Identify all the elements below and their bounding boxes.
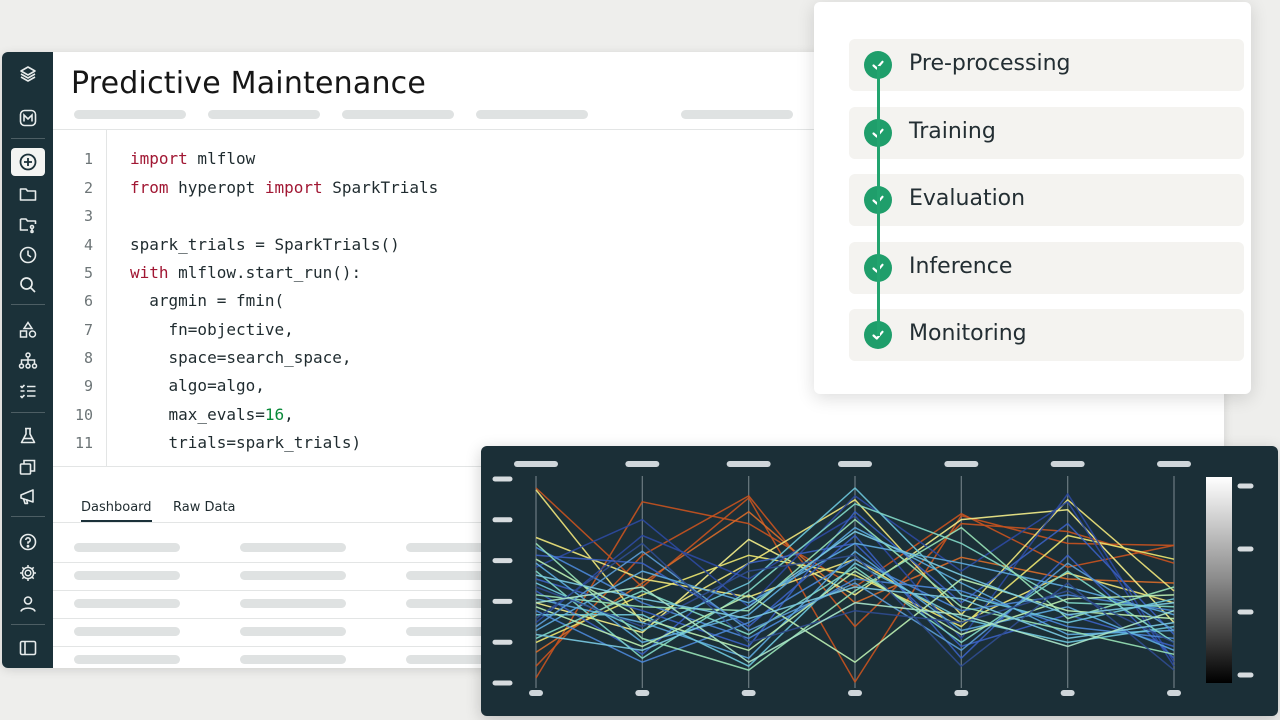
code-keyword: from <box>130 178 169 197</box>
table-cell-placeholder <box>240 599 346 608</box>
code-keyword: with <box>130 263 169 282</box>
user-icon[interactable] <box>11 590 45 618</box>
line-number: 11 <box>74 434 93 452</box>
parallel-coordinates-chart[interactable] <box>481 446 1278 716</box>
table-cell-placeholder <box>74 543 180 552</box>
code-line[interactable]: import mlflow <box>130 149 255 168</box>
new-plus-icon[interactable] <box>11 148 45 176</box>
code-line[interactable]: fn=objective, <box>130 320 294 339</box>
code-text: hyperopt <box>168 178 265 197</box>
table-cell-placeholder <box>406 571 486 580</box>
code-keyword: import <box>130 149 188 168</box>
table-cell-placeholder <box>240 627 346 636</box>
code-text: trials=spark_trials) <box>130 433 362 452</box>
header-placeholder <box>208 110 320 119</box>
header-placeholder <box>476 110 588 119</box>
experiment-flask-icon[interactable] <box>11 422 45 450</box>
code-line[interactable]: from hyperopt import SparkTrials <box>130 178 438 197</box>
table-cell-placeholder <box>74 599 180 608</box>
line-number: 7 <box>83 321 93 339</box>
code-line[interactable]: trials=spark_trials) <box>130 433 362 452</box>
table-cell-placeholder <box>240 543 346 552</box>
page-title: Predictive Maintenance <box>71 66 427 101</box>
code-text: mlflow.start_run(): <box>168 263 362 282</box>
repo-icon[interactable] <box>11 210 45 238</box>
code-text: max_evals= <box>130 405 265 424</box>
pipeline-step-training[interactable]: Training <box>849 107 1244 159</box>
table-cell-placeholder <box>240 655 346 664</box>
code-text: SparkTrials <box>322 178 439 197</box>
table-cell-placeholder <box>406 655 486 664</box>
tab-raw-data[interactable]: Raw Data <box>173 500 236 515</box>
sidebar-divider <box>11 138 45 139</box>
pipeline-step-label: Monitoring <box>909 321 1027 346</box>
line-number: 3 <box>83 207 93 225</box>
code-text: fn=objective, <box>130 320 294 339</box>
code-line[interactable]: with mlflow.start_run(): <box>130 263 361 282</box>
gutter-divider <box>106 130 107 466</box>
sidebar-divider <box>11 412 45 413</box>
code-line[interactable]: max_evals=16, <box>130 405 294 424</box>
code-text: argmin = fmin( <box>130 291 285 310</box>
pipeline-step-label: Pre-processing <box>909 51 1071 76</box>
header-placeholder <box>74 110 186 119</box>
pipeline-step-inference[interactable]: Inference <box>849 242 1244 294</box>
chart-svg <box>492 461 1254 696</box>
code-number: 16 <box>264 405 285 424</box>
line-number: 4 <box>83 236 93 254</box>
settings-icon[interactable] <box>11 559 45 587</box>
code-line[interactable]: argmin = fmin( <box>130 291 284 310</box>
layers-icon[interactable] <box>11 60 45 88</box>
hierarchy-icon[interactable] <box>11 347 45 375</box>
line-number: 10 <box>74 406 93 424</box>
sidebar-divider <box>11 304 45 305</box>
line-number: 6 <box>83 292 93 310</box>
code-line[interactable]: space=search_space, <box>130 348 352 367</box>
sidebar-divider <box>11 516 45 517</box>
pipeline-connector <box>877 66 880 336</box>
table-cell-placeholder <box>406 627 486 636</box>
megaphone-icon[interactable] <box>11 483 45 511</box>
sidebar <box>2 52 53 668</box>
table-cell-placeholder <box>74 655 180 664</box>
table-cell-placeholder <box>406 543 486 552</box>
table-cell-placeholder <box>406 599 486 608</box>
panel-toggle-icon[interactable] <box>11 634 45 662</box>
tab-dashboard[interactable]: Dashboard <box>81 500 152 522</box>
shapes-icon[interactable] <box>11 316 45 344</box>
search-icon[interactable] <box>11 271 45 299</box>
line-number: 9 <box>83 377 93 395</box>
header-placeholder <box>342 110 454 119</box>
line-number: 1 <box>83 150 93 168</box>
pipeline-step-monitoring[interactable]: Monitoring <box>849 309 1244 361</box>
code-line[interactable]: algo=algo, <box>130 376 265 395</box>
folder-icon[interactable] <box>11 180 45 208</box>
code-text: spark_trials = SparkTrials() <box>130 235 400 254</box>
table-cell-placeholder <box>74 571 180 580</box>
pipeline-step-label: Inference <box>909 254 1013 279</box>
models-copy-icon[interactable] <box>11 453 45 481</box>
code-keyword: import <box>264 178 323 197</box>
line-number: 2 <box>83 179 93 197</box>
table-cell-placeholder <box>240 571 346 580</box>
header-placeholder <box>681 110 793 119</box>
code-text: algo=algo, <box>130 376 265 395</box>
code-text: space=search_space, <box>130 348 352 367</box>
code-line[interactable]: spark_trials = SparkTrials() <box>130 235 400 254</box>
sidebar-divider <box>11 624 45 625</box>
pipeline-step-label: Training <box>909 119 996 144</box>
help-icon[interactable] <box>11 528 45 556</box>
code-text: mlflow <box>187 149 256 168</box>
pipeline-step-evaluation[interactable]: Evaluation <box>849 174 1244 226</box>
code-text: , <box>284 405 294 424</box>
pipeline-step-label: Evaluation <box>909 186 1026 211</box>
colorbar <box>1206 477 1232 683</box>
line-number: 5 <box>83 264 93 282</box>
table-cell-placeholder <box>74 627 180 636</box>
pipeline-step-preprocessing[interactable]: Pre-processing <box>849 39 1244 91</box>
history-icon[interactable] <box>11 241 45 269</box>
line-number: 8 <box>83 349 93 367</box>
checklist-icon[interactable] <box>11 377 45 405</box>
m-logo-icon[interactable] <box>11 104 45 132</box>
